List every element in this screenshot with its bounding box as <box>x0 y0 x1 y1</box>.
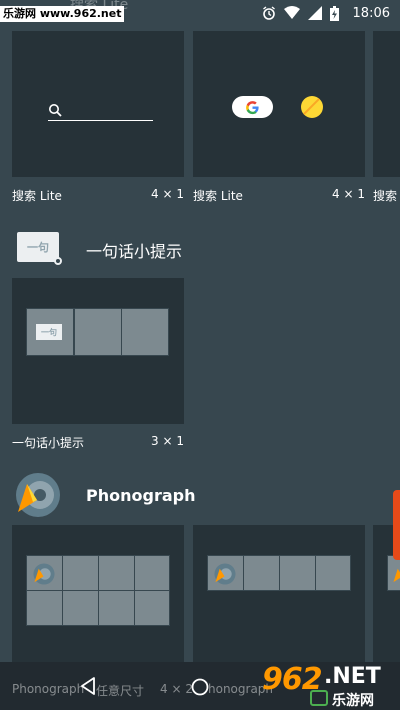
widget-cell <box>134 590 170 626</box>
widget-cell <box>26 590 63 626</box>
widget-label-sub: 任意尺寸 <box>96 684 145 698</box>
app-title: Phonograph <box>86 486 196 505</box>
red-edge-handle[interactable] <box>393 490 400 560</box>
widget-label: 搜索 Lite <box>12 189 62 203</box>
phonograph-small-icon <box>393 568 400 583</box>
status-icons: 18:06 <box>262 5 390 21</box>
battery-icon <box>329 5 339 21</box>
logo-suffix: .NET <box>324 664 381 689</box>
widget-label: 搜索 Lite <box>193 189 243 203</box>
logo-chinese: 乐游网 <box>332 693 374 709</box>
phonograph-app-icon <box>15 472 61 518</box>
widget-cell <box>62 590 99 626</box>
widget-label: 搜索 <box>373 189 398 203</box>
search-icon <box>49 104 62 117</box>
widget-label: 一句话小提示 <box>12 436 85 450</box>
widget-cell <box>243 555 280 591</box>
widget-cell <box>62 555 99 591</box>
widget-preview-yiju[interactable]: 一句 <box>12 278 184 424</box>
watermark: 乐游网 www.962.net <box>0 6 125 22</box>
google-g-icon <box>246 100 259 114</box>
widget-cell <box>98 555 135 591</box>
widget-size: 4 × 2 <box>160 682 193 696</box>
widget-preview-search-lite-3[interactable] <box>373 31 400 177</box>
widget-preview-phonograph-4x1[interactable] <box>193 525 365 662</box>
widget-cell <box>207 555 244 591</box>
widget-size: 3 × 1 <box>151 434 184 448</box>
back-icon[interactable] <box>80 677 96 695</box>
widget-cell <box>26 555 63 591</box>
widget-size: 4 × 1 <box>332 187 365 201</box>
widget-preview-search-lite-1[interactable] <box>12 31 184 177</box>
phonograph-small-icon <box>214 563 236 585</box>
clock-time: 18:06 <box>352 5 390 21</box>
widget-cell <box>74 308 122 356</box>
widget-size: 4 × 1 <box>151 187 184 201</box>
alarm-icon <box>262 6 275 20</box>
search-underline <box>48 120 153 121</box>
widget-cell <box>279 555 316 591</box>
home-icon[interactable] <box>191 678 209 696</box>
logo-box-icon <box>310 690 328 706</box>
app-title: 一句话小提示 <box>86 242 183 261</box>
yiju-cell-icon: 一句 <box>36 324 62 340</box>
yellow-circle-icon <box>301 96 323 118</box>
phonograph-small-icon <box>33 563 55 585</box>
widget-cell <box>315 555 351 591</box>
widget-cell <box>387 555 400 591</box>
google-pill <box>232 96 273 118</box>
site-logo: 962 .NET 乐游网 <box>262 660 400 710</box>
widget-cell <box>98 590 135 626</box>
yiju-app-icon: 一句 <box>17 232 62 265</box>
widget-preview-phonograph-4x2[interactable] <box>12 525 184 662</box>
widget-cell: 一句 <box>26 308 74 356</box>
widget-preview-search-lite-2[interactable] <box>193 31 365 177</box>
signal-icon <box>307 6 322 20</box>
widget-cell <box>121 308 169 356</box>
widget-label: Phonograph <box>12 682 85 696</box>
status-bar: 搜索 Lite 乐游网 www.962.net 18:06 <box>0 0 400 26</box>
wifi-icon <box>283 6 300 19</box>
widget-cell <box>134 555 170 591</box>
yiju-icon-text: 一句 <box>17 232 59 262</box>
